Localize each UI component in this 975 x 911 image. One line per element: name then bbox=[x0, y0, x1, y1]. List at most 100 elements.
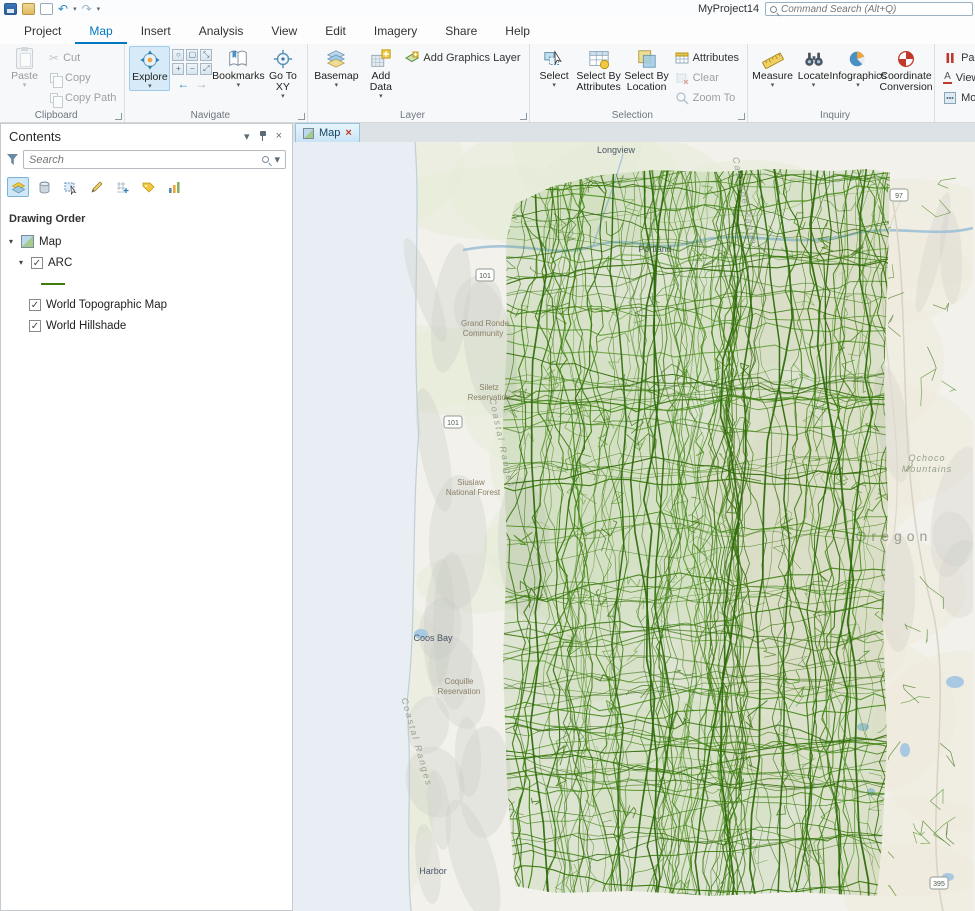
contents-toolbar bbox=[1, 171, 292, 201]
svg-text:Siuslaw: Siuslaw bbox=[457, 478, 485, 487]
contents-search-row: ▾ bbox=[1, 148, 292, 171]
bookmarks-button[interactable]: Bookmarks ▾ bbox=[212, 46, 265, 89]
clear-selection-icon bbox=[675, 71, 689, 85]
tab-edit[interactable]: Edit bbox=[311, 19, 360, 44]
measure-button[interactable]: Measure ▾ bbox=[752, 46, 793, 89]
filter-icon[interactable] bbox=[7, 154, 18, 165]
tab-view[interactable]: View bbox=[257, 19, 311, 44]
svg-text:National Forest: National Forest bbox=[446, 488, 501, 497]
tab-map[interactable]: Map bbox=[75, 19, 127, 44]
pane-menu-icon[interactable]: ▾ bbox=[240, 130, 254, 143]
list-by-drawing-order-icon[interactable] bbox=[7, 177, 29, 197]
go-to-xy-button[interactable]: Go To XY ▾ bbox=[262, 46, 303, 100]
list-by-snapping-icon[interactable] bbox=[111, 177, 133, 197]
full-extent-icon[interactable]: ○ bbox=[172, 49, 185, 61]
attributes-button[interactable]: Attributes bbox=[671, 48, 743, 67]
copy-button[interactable]: Copy bbox=[45, 68, 120, 88]
pan-icon[interactable]: ⤡ bbox=[200, 49, 213, 61]
quick-access-toolbar: ↶ ▾ ↷ ▾ bbox=[4, 3, 100, 15]
tab-project[interactable]: Project bbox=[10, 19, 75, 44]
ribbon-group-layer: Basemap ▾ Add Data ▾ Add Graphics Layer … bbox=[308, 44, 530, 122]
view-unplaced-button[interactable]: A View Unplaced bbox=[939, 68, 975, 87]
next-extent-icon[interactable]: → bbox=[195, 78, 207, 90]
command-search[interactable] bbox=[765, 2, 973, 16]
open-project-icon[interactable] bbox=[22, 3, 35, 15]
arc-checkbox[interactable] bbox=[31, 256, 43, 269]
tree-item-arc[interactable]: ▾ ARC bbox=[1, 252, 292, 273]
world-hillshade-checkbox[interactable] bbox=[29, 319, 41, 332]
tree-item-world-topographic-map[interactable]: World Topographic Map bbox=[1, 294, 292, 315]
basemap-button[interactable]: Basemap ▾ bbox=[312, 46, 360, 89]
pause-labeling-button[interactable]: Pause bbox=[939, 48, 975, 67]
close-view-icon[interactable]: × bbox=[345, 127, 351, 139]
new-project-icon[interactable] bbox=[40, 3, 53, 15]
layer-dialog-launcher-icon[interactable] bbox=[519, 113, 527, 120]
infographics-button[interactable]: Infographics ▾ bbox=[829, 46, 887, 89]
expander-icon[interactable]: ▾ bbox=[6, 237, 16, 246]
tab-imagery[interactable]: Imagery bbox=[360, 19, 431, 44]
tab-insert[interactable]: Insert bbox=[127, 19, 185, 44]
select-by-location-button[interactable]: Select By Location bbox=[623, 46, 671, 93]
zoom-in-icon[interactable]: + bbox=[172, 63, 185, 75]
line-symbol-swatch[interactable] bbox=[41, 282, 65, 285]
project-title: MyProject14 bbox=[698, 3, 760, 15]
close-pane-icon[interactable]: × bbox=[272, 130, 286, 142]
cut-button[interactable]: ✂ Cut bbox=[45, 48, 120, 67]
fixed-zoom-out-icon[interactable]: ⤢ bbox=[200, 63, 213, 75]
selection-dialog-launcher-icon[interactable] bbox=[738, 113, 746, 120]
list-by-charts-icon[interactable] bbox=[163, 177, 185, 197]
search-options-icon[interactable]: ▾ bbox=[274, 153, 280, 166]
basemap-icon bbox=[327, 50, 346, 68]
locate-button[interactable]: Locate ▾ bbox=[793, 46, 834, 89]
list-by-editing-icon[interactable] bbox=[85, 177, 107, 197]
undo-icon[interactable]: ↶ bbox=[58, 3, 68, 15]
svg-text:101: 101 bbox=[447, 420, 459, 427]
coordinate-conversion-button[interactable]: Coordinate Conversion bbox=[880, 46, 933, 93]
list-by-source-icon[interactable] bbox=[33, 177, 55, 197]
map-view-tab[interactable]: Map × bbox=[295, 123, 360, 142]
world-topographic-checkbox[interactable] bbox=[29, 298, 41, 311]
clear-selection-button[interactable]: Clear bbox=[671, 68, 743, 87]
select-by-attributes-button[interactable]: Select By Attributes bbox=[575, 46, 623, 93]
fixed-zoom-in-icon[interactable]: ▢ bbox=[186, 49, 199, 61]
explore-button[interactable]: Explore ▾ bbox=[129, 46, 171, 91]
contents-search-input[interactable] bbox=[29, 153, 258, 166]
tree-item-map[interactable]: ▾ Map bbox=[1, 231, 292, 252]
ribbon-group-clipboard: Paste ▾ ✂ Cut Copy Copy Path Clipboard bbox=[0, 44, 126, 122]
contents-search-box[interactable]: ▾ bbox=[23, 150, 286, 169]
add-data-icon bbox=[371, 49, 391, 67]
select-button[interactable]: Select ▾ bbox=[534, 46, 575, 89]
expander-icon[interactable]: ▾ bbox=[16, 258, 26, 267]
tab-help[interactable]: Help bbox=[491, 19, 544, 44]
undo-dropdown-icon[interactable]: ▾ bbox=[73, 5, 77, 13]
tree-item-arc-symbol[interactable] bbox=[1, 273, 292, 294]
tab-share[interactable]: Share bbox=[431, 19, 491, 44]
save-icon[interactable] bbox=[4, 3, 17, 15]
coordinate-conversion-icon bbox=[898, 51, 915, 67]
paste-icon bbox=[16, 47, 33, 69]
add-graphics-layer-button[interactable]: Add Graphics Layer bbox=[401, 48, 524, 67]
tree-item-world-hillshade[interactable]: World Hillshade bbox=[1, 315, 292, 336]
add-graphics-layer-icon bbox=[405, 51, 420, 65]
pin-icon[interactable] bbox=[258, 130, 268, 142]
add-data-button[interactable]: Add Data ▾ bbox=[360, 46, 401, 100]
tab-analysis[interactable]: Analysis bbox=[185, 19, 258, 44]
search-icon bbox=[262, 156, 270, 163]
previous-extent-icon[interactable]: ← bbox=[177, 78, 189, 90]
customize-toolbar-icon[interactable]: ▾ bbox=[97, 5, 101, 13]
go-to-xy-icon bbox=[273, 49, 293, 69]
redo-icon[interactable]: ↷ bbox=[82, 3, 92, 15]
clipboard-dialog-launcher-icon[interactable] bbox=[115, 113, 123, 120]
map-canvas[interactable]: Portland Grand Ronde Community National For… bbox=[293, 142, 975, 911]
more-labeling-button[interactable]: More ▾ bbox=[939, 88, 975, 107]
list-by-labeling-icon[interactable] bbox=[137, 177, 159, 197]
list-by-selection-icon[interactable] bbox=[59, 177, 81, 197]
zoom-out-icon[interactable]: − bbox=[186, 63, 199, 75]
ribbon: Paste ▾ ✂ Cut Copy Copy Path Clipboard E… bbox=[0, 44, 975, 123]
copy-path-button[interactable]: Copy Path bbox=[45, 88, 120, 108]
zoom-to-selection-button[interactable]: Zoom To bbox=[671, 88, 743, 107]
paste-button[interactable]: Paste ▾ bbox=[4, 46, 45, 89]
view-unplaced-icon: A bbox=[943, 70, 952, 84]
command-search-input[interactable] bbox=[781, 3, 968, 15]
navigate-dialog-launcher-icon[interactable] bbox=[298, 113, 306, 120]
